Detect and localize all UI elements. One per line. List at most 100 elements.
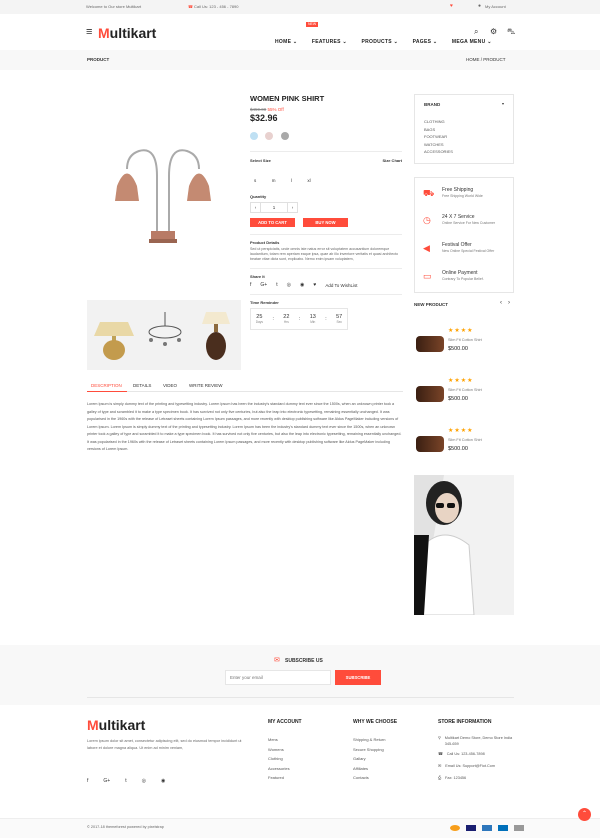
footer-link[interactable]: Mens — [268, 735, 302, 745]
brand-item[interactable]: ACCESSORIES — [424, 148, 453, 156]
scroll-top-button[interactable]: ⌃ — [578, 808, 591, 821]
chevron-down-icon[interactable]: ▾ — [502, 101, 504, 106]
thumbnail-1[interactable] — [90, 304, 138, 364]
phone-icon: ☎ — [188, 4, 193, 9]
map-pin-icon: ⚲ — [438, 736, 441, 740]
chevron-right-icon[interactable]: › — [508, 300, 510, 306]
breadcrumb-home[interactable]: HOME — [466, 57, 480, 62]
rss-icon[interactable]: ◉ — [161, 778, 165, 784]
nav-item-products[interactable]: PRODUCTS ⌄ — [361, 39, 398, 45]
user-icon: ● — [478, 3, 482, 9]
size-m[interactable]: m — [272, 178, 276, 183]
tab-write-review[interactable]: WRITE REVIEW — [189, 383, 223, 388]
thumbnail-2[interactable] — [141, 304, 189, 364]
breadcrumb-separator: / — [480, 57, 483, 62]
brand-item[interactable]: FOOTWEAR — [424, 133, 453, 141]
footer-logo[interactable]: Multikart — [87, 717, 145, 733]
nav-item-home[interactable]: HOME ⌄ — [275, 39, 297, 45]
facebook-icon[interactable]: f — [250, 282, 251, 288]
footer-link[interactable]: Featured — [268, 773, 302, 783]
top-bar: Welcome to Our store Multikart ☎ Call Us… — [0, 0, 600, 14]
main-product-image[interactable] — [87, 91, 241, 293]
email-field[interactable] — [225, 670, 331, 685]
facebook-icon[interactable]: f — [87, 778, 88, 784]
rating-stars: ★★★★ — [448, 428, 474, 434]
footer-link[interactable]: Womens — [268, 745, 302, 755]
color-swatch-pink[interactable] — [265, 132, 274, 140]
subscribe-title: SUBSCRIBE US — [285, 658, 323, 664]
tab-video[interactable]: VIDEO — [163, 383, 177, 388]
brand-item[interactable]: BAGS — [424, 126, 453, 134]
footer-link[interactable]: Gallary — [353, 754, 397, 764]
nav-item-mega-menu[interactable]: MEGA MENU ⌄ — [452, 39, 492, 45]
tab-description[interactable]: DESCRIPTION — [91, 383, 122, 388]
size-xl[interactable]: xl — [307, 178, 310, 183]
color-swatch-blue[interactable] — [250, 132, 258, 140]
footer-link[interactable]: Contacts — [353, 773, 397, 783]
truck-icon: ⛟ — [423, 188, 435, 198]
tab-details[interactable]: DETAILS — [133, 383, 151, 388]
discount: 55% Off — [267, 107, 284, 112]
quantity-input[interactable]: 1 — [261, 203, 287, 212]
service-online-payment: ▭ Online Payment Contrary To Popular Bel… — [423, 270, 484, 281]
instagram-icon[interactable]: ◎ — [287, 282, 291, 288]
brand-item[interactable]: WATCHES — [424, 141, 453, 149]
old-price: $459.00 — [250, 107, 267, 112]
size-l[interactable]: l — [291, 178, 292, 183]
subscribe-button[interactable]: SUBSCRIBE — [335, 670, 381, 685]
service-free-shipping: ⛟ Free Shipping Free Shipping World Wide — [423, 187, 483, 198]
footer-link[interactable]: Accessories — [268, 764, 302, 774]
nav-item-features[interactable]: FEATURES ⌄ — [312, 39, 347, 45]
banner-image — [414, 475, 514, 615]
logo[interactable]: Multikart — [98, 25, 156, 41]
add-to-wishlist-link[interactable]: Add To WishList — [325, 283, 357, 288]
cart-icon[interactable]: ⛍ — [507, 27, 515, 37]
rating-stars: ★★★★ — [448, 378, 474, 384]
new-product-item[interactable]: ★★★★ Slim Fit Cotton Shirt $500.00 — [414, 372, 514, 412]
price: $32.96 — [250, 113, 278, 123]
decrease-button[interactable]: ‹ — [251, 203, 261, 212]
google-plus-icon[interactable]: G+ — [103, 778, 110, 784]
shoe-image — [416, 436, 444, 452]
paypal-icon — [498, 825, 508, 831]
new-product-item[interactable]: ★★★★ Slim Fit Cotton Shirt $500.00 — [414, 322, 514, 362]
twitter-icon[interactable]: t — [125, 778, 126, 784]
brand-item[interactable]: CLOTHING — [424, 118, 453, 126]
brand-filter: BRAND ▾ CLOTHING BAGS FOOTWEAR WATCHES A… — [414, 94, 514, 164]
increase-button[interactable]: › — [287, 203, 297, 212]
menu-icon[interactable]: ≡ — [86, 26, 92, 38]
new-product-title: NEW PRODUCT — [414, 302, 448, 307]
gear-icon[interactable]: ⚙ — [490, 27, 497, 36]
footer-link[interactable]: Affiliates — [353, 764, 397, 774]
color-swatch-gray[interactable] — [280, 132, 289, 140]
wishlist-heart-icon[interactable]: ♥ — [313, 282, 316, 288]
heart-icon[interactable]: ♥ — [450, 3, 453, 9]
chevron-left-icon[interactable]: ‹ — [500, 300, 502, 306]
service-festival-offer: ◀ Festival Offer New Online Special Fest… — [423, 242, 495, 253]
add-to-cart-button[interactable]: ADD TO CART — [250, 218, 295, 227]
thumbnail-3[interactable] — [192, 304, 240, 364]
sidebar-banner[interactable] — [414, 475, 514, 615]
footer-link[interactable]: Clothing — [268, 754, 302, 764]
timer-hours: 22 Hrs — [283, 314, 290, 324]
service-24x7: ◷ 24 X 7 Service Online Service For New … — [423, 214, 496, 225]
rss-icon[interactable]: ◉ — [300, 282, 304, 288]
new-product-item[interactable]: ★★★★ Slim Fit Cotton Shirt $500.00 — [414, 422, 514, 462]
footer-link[interactable]: Shipping & Return — [353, 735, 397, 745]
footer-about: Lorem ipsum dolor sit amet, consectetur … — [87, 739, 242, 750]
breadcrumb-current: PRODUCT — [483, 57, 506, 62]
google-plus-icon[interactable]: G+ — [260, 282, 267, 288]
nav-item-pages[interactable]: PAGES ⌄ — [413, 39, 438, 45]
product-tabs: DESCRIPTION DETAILS VIDEO WRITE REVIEW — [87, 380, 403, 392]
search-icon[interactable]: ⌕ — [474, 27, 478, 37]
twitter-icon[interactable]: t — [276, 282, 277, 288]
my-account-link[interactable]: My Account — [485, 4, 506, 9]
footer-link[interactable]: Secure Shopping — [353, 745, 397, 755]
main-nav: HOME ⌄ FEATURES ⌄ PRODUCTS ⌄ PAGES ⌄ MEG… — [275, 30, 502, 48]
phone-icon: ☎ — [438, 752, 443, 756]
size-chart-link[interactable]: Size Chart — [382, 158, 402, 163]
instagram-icon[interactable]: ◎ — [142, 778, 146, 784]
size-s[interactable]: s — [254, 178, 256, 183]
buy-now-button[interactable]: BUY NOW — [303, 218, 348, 227]
rating-stars: ★★★★ — [448, 328, 474, 334]
